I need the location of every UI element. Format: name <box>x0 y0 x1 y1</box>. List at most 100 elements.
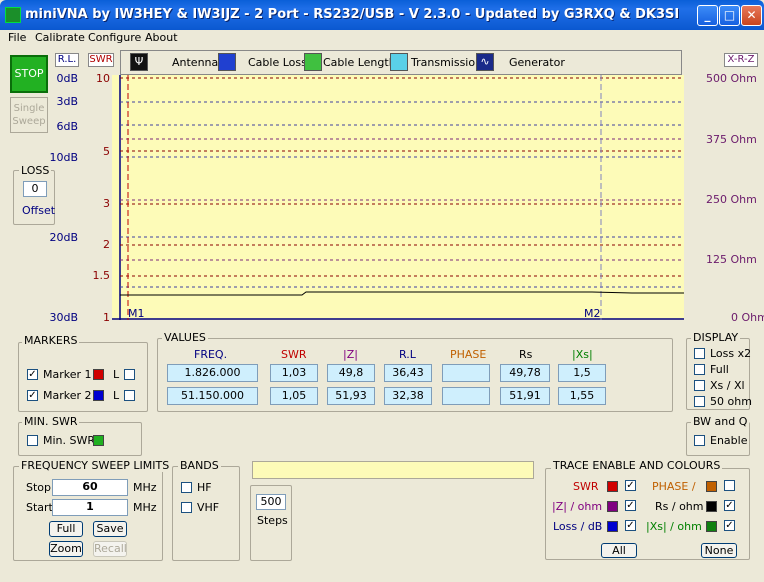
trace-loss-checkbox[interactable]: ✓ <box>625 520 636 531</box>
zoom-button[interactable]: Zoom <box>49 541 83 557</box>
tab-antenna[interactable]: Antenna <box>172 53 218 73</box>
trace-rs-checkbox[interactable]: ✓ <box>724 500 735 511</box>
loss-x2-checkbox[interactable] <box>694 348 705 359</box>
m2-freq-value: 51.150.000 <box>167 387 258 405</box>
rl-tick-6: 6dB <box>56 120 78 133</box>
xrz-scale-header: X-R-Z <box>724 53 758 67</box>
marker-1-l-checkbox[interactable] <box>124 369 135 380</box>
min-swr-checkbox[interactable] <box>27 435 38 446</box>
single-sweep-label-1: Single <box>13 103 45 114</box>
xs-xl-label: Xs / Xl <box>710 379 745 392</box>
minimize-button[interactable]: _ <box>697 5 718 26</box>
swr-tick-3: 3 <box>103 197 110 210</box>
cable-loss-icon[interactable] <box>218 53 236 71</box>
swr-tick-1-5: 1.5 <box>92 269 111 282</box>
50-ohm-label: 50 ohm <box>710 395 752 408</box>
all-button[interactable]: All <box>601 543 637 558</box>
trace-rs-label: Rs / ohm <box>655 500 704 513</box>
tab-transmission[interactable]: Transmission <box>411 53 482 73</box>
offset-label: Offset <box>22 204 56 217</box>
header-freq: FREQ. <box>194 348 228 361</box>
cable-length-icon[interactable] <box>304 53 322 71</box>
xs-xl-checkbox[interactable] <box>694 380 705 391</box>
header-rs: Rs <box>519 348 533 361</box>
menu-about[interactable]: About <box>145 31 178 44</box>
trace-swr-color[interactable] <box>607 481 618 492</box>
stop-label: Stop <box>26 481 52 494</box>
tab-cable-length[interactable]: Cable Length <box>323 53 396 73</box>
menu-configure[interactable]: Configure <box>88 31 141 44</box>
sweep-plot[interactable]: M1 M2 <box>112 75 684 320</box>
full-label: Full <box>710 363 729 376</box>
start-freq-input[interactable]: 1 <box>52 499 128 516</box>
m2-phase-value <box>442 387 490 405</box>
marker-1-checkbox[interactable]: ✓ <box>27 369 38 380</box>
full-button[interactable]: Full <box>49 521 83 537</box>
trace-z-color[interactable] <box>607 501 618 512</box>
close-button[interactable]: ✕ <box>741 5 762 26</box>
single-sweep-button[interactable]: Single Sweep <box>10 97 48 133</box>
stop-button[interactable]: STOP <box>10 55 48 93</box>
rl-tick-3: 3dB <box>56 95 78 108</box>
swr-tick-2: 2 <box>103 238 110 251</box>
trace-rs-color[interactable] <box>706 501 717 512</box>
trace-swr-checkbox[interactable]: ✓ <box>625 480 636 491</box>
m1-freq-value: 1.826.000 <box>167 364 258 382</box>
m2-rs-value: 51,91 <box>500 387 550 405</box>
tab-cable-loss[interactable]: Cable Loss <box>248 53 307 73</box>
menu-file[interactable]: File <box>8 31 26 44</box>
trace-phase-color[interactable] <box>706 481 717 492</box>
status-field <box>252 461 534 479</box>
stop-unit: MHz <box>133 481 157 494</box>
antenna-icon[interactable]: Ψ <box>130 53 148 71</box>
vhf-checkbox[interactable] <box>181 502 192 513</box>
marker-2-label: M2 <box>584 307 601 320</box>
swr-tick-1: 1 <box>103 311 110 324</box>
tab-generator[interactable]: Generator <box>509 53 565 73</box>
trace-xs-color[interactable] <box>706 521 717 532</box>
none-button[interactable]: None <box>701 543 737 558</box>
trace-title: TRACE ENABLE AND COLOURS <box>551 459 723 472</box>
loss-input[interactable]: 0 <box>23 181 47 197</box>
steps-input[interactable]: 500 <box>256 494 286 510</box>
bwq-enable-checkbox[interactable] <box>694 435 705 446</box>
header-swr: SWR <box>281 348 307 361</box>
markers-title: MARKERS <box>22 334 80 347</box>
full-checkbox[interactable] <box>694 364 705 375</box>
trace-loss-label: Loss / dB <box>553 520 603 533</box>
marker-1-color[interactable] <box>93 369 104 380</box>
marker-2-color[interactable] <box>93 390 104 401</box>
stop-freq-input[interactable]: 60 <box>52 479 128 496</box>
window-title: miniVNA by IW3HEY & IW3IJZ - 2 Port - RS… <box>25 7 680 22</box>
menu-calibrate[interactable]: Calibrate <box>35 31 85 44</box>
recall-button[interactable]: Recall <box>93 541 127 557</box>
save-button[interactable]: Save <box>93 521 127 537</box>
trace-loss-color[interactable] <box>607 521 618 532</box>
bwq-title: BW and Q <box>691 415 750 428</box>
display-title: DISPLAY <box>691 331 741 344</box>
trace-phase-checkbox[interactable] <box>724 480 735 491</box>
trace-z-checkbox[interactable]: ✓ <box>625 500 636 511</box>
bwq-enable-label: Enable <box>710 434 748 447</box>
swr-scale-header: SWR <box>88 53 114 67</box>
values-title: VALUES <box>162 331 208 344</box>
50-ohm-checkbox[interactable] <box>694 396 705 407</box>
marker-2-l-label: L <box>113 389 120 402</box>
m2-xs-value: 1,55 <box>558 387 606 405</box>
min-swr-color[interactable] <box>93 435 104 446</box>
trace-swr-label: SWR <box>573 480 599 493</box>
transmission-icon[interactable] <box>390 53 408 71</box>
rl-tick-10: 10dB <box>49 151 78 164</box>
maximize-button[interactable]: □ <box>719 5 740 26</box>
marker-2-l-checkbox[interactable] <box>124 390 135 401</box>
sweep-limits-title: FREQUENCY SWEEP LIMITS <box>19 459 172 472</box>
generator-icon[interactable]: ∿ <box>476 53 494 71</box>
m1-rs-value: 49,78 <box>500 364 550 382</box>
marker-2-checkbox[interactable]: ✓ <box>27 390 38 401</box>
trace-phase-label: PHASE / <box>652 480 696 493</box>
start-unit: MHz <box>133 501 157 514</box>
hf-checkbox[interactable] <box>181 482 192 493</box>
swr-tick-10: 10 <box>96 72 110 85</box>
trace-xs-checkbox[interactable]: ✓ <box>724 520 735 531</box>
app-icon <box>5 7 21 23</box>
